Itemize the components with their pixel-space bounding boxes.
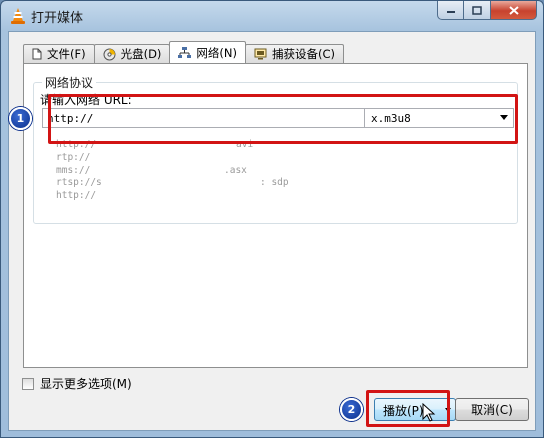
tab-network[interactable]: 网络(N) <box>169 41 246 63</box>
example-row: mms:// .asx <box>56 164 247 178</box>
tab-disc-label: 光盘(D) <box>120 47 162 61</box>
title-bar[interactable]: 打开媒体 <box>1 1 543 31</box>
close-icon <box>508 5 519 15</box>
window-controls <box>437 1 537 21</box>
example-right: : sdp <box>260 177 289 189</box>
file-icon <box>32 48 42 60</box>
tab-file-label: 文件(F) <box>47 47 86 61</box>
minimize-icon <box>446 11 455 13</box>
annotation-box-url <box>48 94 518 144</box>
tab-bar: 文件(F) 光盘(D) 网络(N) 捕获设备(C) <box>23 41 345 63</box>
more-options[interactable]: 显示更多选项(M) <box>22 375 132 392</box>
example-left: mms:// <box>56 164 91 176</box>
capture-device-icon <box>254 48 267 60</box>
cancel-button-label: 取消(C) <box>471 403 513 417</box>
group-title: 网络协议 <box>42 74 97 91</box>
example-left: http:// <box>56 190 97 202</box>
tab-network-label: 网络(N) <box>196 45 237 60</box>
example-left: rtsp://s <box>56 177 102 189</box>
minimize-button[interactable] <box>437 1 464 20</box>
tab-file[interactable]: 文件(F) <box>23 44 95 63</box>
close-button[interactable] <box>491 1 537 20</box>
more-options-label: 显示更多选项(M) <box>40 377 132 391</box>
example-row: http:// <box>56 190 102 203</box>
open-media-dialog: 打开媒体 文件(F) 光盘(D) 网络(N) 捕获设备(C) 网络协议 请输入网… <box>0 0 544 438</box>
cancel-button[interactable]: 取消(C) <box>455 398 529 421</box>
window-title: 打开媒体 <box>31 11 84 26</box>
step-2-badge: 2 <box>340 398 363 421</box>
tab-disc[interactable]: 光盘(D) <box>93 44 171 63</box>
tab-capture-device[interactable]: 捕获设备(C) <box>245 44 345 63</box>
dialog-body: 文件(F) 光盘(D) 网络(N) 捕获设备(C) 网络协议 请输入网络 URL… <box>8 31 536 431</box>
network-icon <box>178 47 192 58</box>
more-options-checkbox[interactable] <box>22 377 34 390</box>
maximize-icon <box>472 5 482 15</box>
annotation-box-play <box>366 390 450 427</box>
network-panel: 网络协议 请输入网络 URL: x.m3u8 http:// avi rtp:/… <box>23 63 528 368</box>
example-left: rtp:// <box>56 151 91 163</box>
mouse-cursor-icon <box>422 403 436 422</box>
example-right: .asx <box>224 164 247 176</box>
url-examples: http:// avi rtp:// mms:// .asx rtsp://s … <box>56 139 289 203</box>
vlc-cone-icon <box>11 8 25 24</box>
example-row: rtsp://s : sdp <box>56 177 289 190</box>
disc-icon <box>103 48 116 60</box>
tab-capture-device-label: 捕获设备(C) <box>272 47 336 61</box>
maximize-button[interactable] <box>464 1 491 20</box>
example-row: rtp:// <box>56 152 102 165</box>
step-1-badge: 1 <box>9 107 32 130</box>
